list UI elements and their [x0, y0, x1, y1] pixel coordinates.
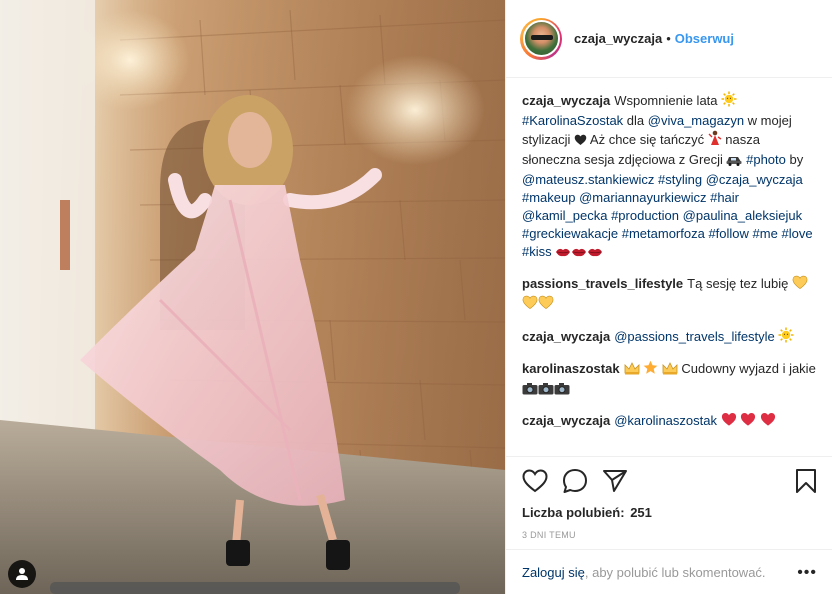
yellow-heart-icon [792, 275, 808, 295]
comment-text: Cudowny wyjazd i jakie [677, 361, 816, 376]
camera-icon [554, 382, 570, 400]
share-button[interactable] [602, 469, 628, 493]
save-button[interactable] [795, 468, 817, 494]
login-prompt: Zaloguj się, aby polubić lub skomentować… [506, 549, 832, 594]
star-icon [643, 360, 658, 380]
lips-icon [587, 245, 603, 263]
likes-count[interactable]: Liczba polubień: 251 [522, 505, 817, 520]
comment-username[interactable]: czaja_wyczaja [522, 93, 610, 108]
login-text: , aby polubić lub skomentować. [584, 564, 766, 580]
hashtag-link[interactable]: #hair [710, 190, 739, 205]
crown-icon [624, 362, 640, 380]
post-timestamp[interactable]: 3 DNI TEMU [522, 530, 817, 540]
lips-icon [555, 245, 571, 263]
likes-label: Liczba polubień: [522, 505, 625, 520]
actions-section: Liczba polubień: 251 3 DNI TEMU [506, 456, 832, 540]
heart-outline-icon [522, 469, 548, 493]
hashtag-link[interactable]: #greckiewakacje [522, 226, 618, 241]
follow-button[interactable]: Obserwuj [675, 31, 734, 46]
sun-icon [778, 327, 794, 348]
hashtag-link[interactable]: #me [753, 226, 778, 241]
comment-button[interactable] [562, 468, 588, 494]
separator-dot: • [666, 31, 671, 46]
mention-link[interactable]: @czaja_wyczaja [706, 172, 803, 187]
black-heart-icon [574, 133, 587, 151]
like-button[interactable] [522, 469, 548, 493]
photo-scene [0, 0, 505, 594]
hashtag-link[interactable]: #kiss [522, 244, 552, 259]
comment-username[interactable]: czaja_wyczaja [522, 413, 610, 428]
header-username[interactable]: czaja_wyczaja [574, 31, 662, 46]
red-heart-icon [760, 412, 776, 432]
mention-link[interactable]: @mariannayurkiewicz [579, 190, 706, 205]
hashtag-link[interactable]: #KarolinaSzostak [522, 113, 623, 128]
crown-icon [662, 362, 678, 380]
comment-text: Aż chce się tańczyć [587, 132, 708, 147]
comment-item: karolinaszostak Cudowny wyjazd i jakie [522, 360, 821, 400]
comment-text: Tą sesję tez lubię [687, 276, 792, 291]
hashtag-link[interactable]: #production [611, 208, 679, 223]
hashtag-link[interactable]: #styling [658, 172, 702, 187]
story-ring[interactable] [520, 17, 562, 60]
yellow-heart-icon [522, 295, 538, 315]
comment-item: czaja_wyczaja @passions_travels_lifestyle [522, 327, 821, 348]
comment-username[interactable]: czaja_wyczaja [522, 329, 610, 344]
comment-item: passions_travels_lifestyle Tą sesję tez l… [522, 275, 821, 315]
comment-item: czaja_wyczaja Wspomnienie lata #KarolinaS… [522, 91, 821, 263]
login-link[interactable]: Zaloguj się [522, 565, 585, 580]
mention-link[interactable]: @kamil_pecka [522, 208, 607, 223]
user-tag-button[interactable] [8, 560, 36, 588]
comment-text: dla [623, 113, 648, 128]
paper-plane-icon [603, 470, 627, 492]
more-options-icon[interactable]: ••• [797, 564, 817, 582]
comment-text: Wspomnienie lata [614, 93, 722, 108]
hashtag-link[interactable]: #follow [708, 226, 748, 241]
post-header: czaja_wyczaja • Obserwuj [506, 0, 832, 78]
mention-link[interactable]: @passions_travels_lifestyle [614, 329, 775, 344]
action-bar [522, 457, 817, 505]
yellow-heart-icon [538, 295, 554, 315]
mention-link[interactable]: @viva_magazyn [648, 113, 744, 128]
post-photo[interactable] [0, 0, 505, 594]
hashtag-link[interactable]: #photo [746, 152, 786, 167]
likes-number: 251 [630, 505, 652, 520]
hashtag-link[interactable]: #makeup [522, 190, 575, 205]
person-icon [16, 568, 28, 580]
lips-icon [571, 245, 587, 263]
hashtag-link[interactable]: #metamorfoza [622, 226, 705, 241]
camera-icon [522, 382, 538, 400]
post-side-panel: czaja_wyczaja • Obserwuj czaja_wyczaja Ws… [505, 0, 832, 594]
comment-item: czaja_wyczaja @karolinaszostak [522, 412, 821, 432]
sun-icon [721, 91, 737, 112]
camera-icon [538, 382, 554, 400]
avatar[interactable] [522, 20, 560, 57]
comment-bubble-icon [563, 469, 587, 493]
comment-username[interactable]: karolinaszostak [522, 361, 620, 376]
hashtag-link[interactable]: #love [781, 226, 812, 241]
dancer-icon [708, 130, 722, 151]
bookmark-icon [796, 469, 816, 493]
mention-link[interactable]: @karolinaszostak [614, 413, 717, 428]
mention-link[interactable]: @mateusz.stankiewicz [522, 172, 654, 187]
red-heart-icon [740, 412, 756, 432]
red-heart-icon [721, 412, 737, 432]
comment-username[interactable]: passions_travels_lifestyle [522, 276, 683, 291]
comment-text: by [785, 152, 804, 167]
comments-list[interactable]: czaja_wyczaja Wspomnienie lata #KarolinaS… [506, 79, 832, 455]
car-icon [726, 153, 742, 171]
mention-link[interactable]: @paulina_aleksiejuk [683, 208, 802, 223]
